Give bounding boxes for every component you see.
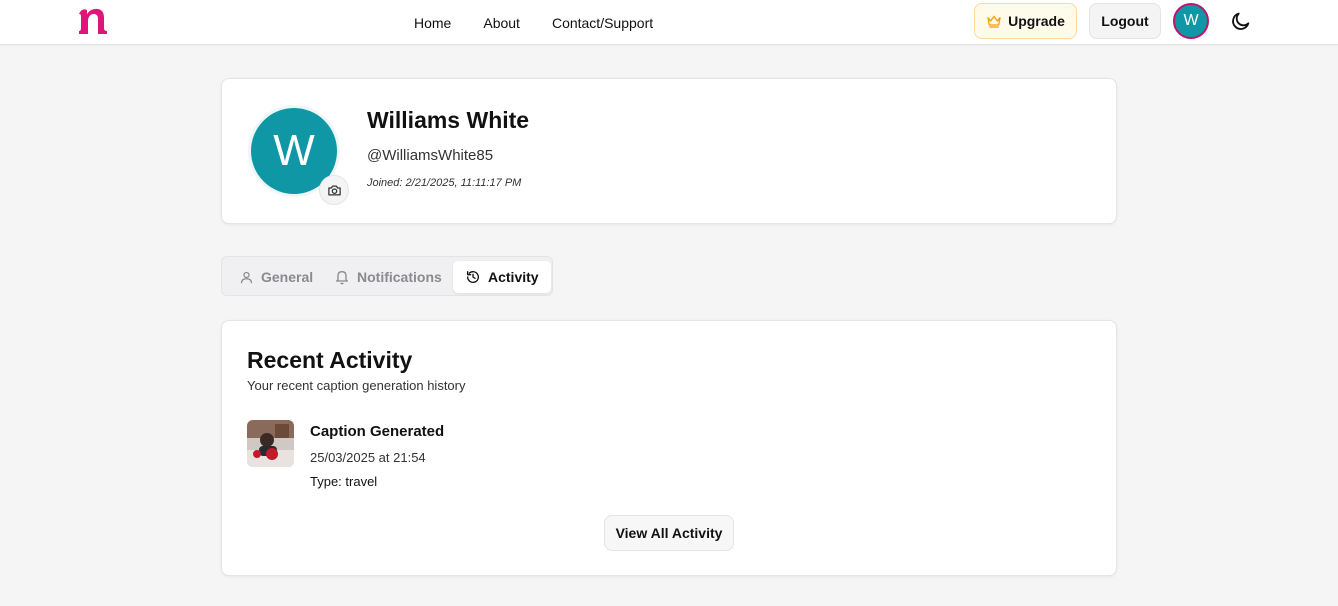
tab-activity[interactable]: Activity: [453, 261, 551, 293]
logout-button[interactable]: Logout: [1089, 3, 1161, 39]
crown-icon: [987, 15, 1001, 28]
activity-thumbnail[interactable]: [247, 420, 294, 467]
view-all-activity-button[interactable]: View All Activity: [604, 515, 734, 551]
tab-general[interactable]: General: [239, 261, 313, 293]
upgrade-label: Upgrade: [1008, 13, 1065, 29]
logo-icon[interactable]: [76, 2, 112, 38]
upgrade-button[interactable]: Upgrade: [974, 3, 1077, 39]
history-icon: [467, 271, 479, 283]
nav-home-link[interactable]: Home: [414, 15, 451, 31]
top-header: Home About Contact/Support Upgrade Logou…: [0, 0, 1338, 45]
tab-general-label: General: [261, 269, 314, 285]
profile-avatar-initial: W: [273, 126, 315, 175]
activity-item-type: Type: travel: [310, 474, 378, 489]
activity-card: Recent Activity Your recent caption gene…: [221, 320, 1117, 576]
main-nav: Home About Contact/Support: [414, 0, 685, 45]
logout-label: Logout: [1101, 13, 1149, 29]
activity-subtitle: Your recent caption generation history: [247, 378, 466, 393]
tab-activity-label: Activity: [488, 269, 539, 285]
activity-item-date: 25/03/2025 at 21:54: [310, 450, 426, 465]
profile-joined-date: Joined: 2/21/2025, 11:11:17 PM: [367, 177, 522, 189]
nav-contact-link[interactable]: Contact/Support: [552, 15, 653, 31]
moon-icon[interactable]: [1230, 10, 1252, 32]
change-photo-button[interactable]: [319, 175, 349, 205]
bell-icon: [336, 271, 348, 285]
profile-card: W Williams White @WilliamsWhite85 Joined…: [221, 78, 1117, 224]
profile-name: Williams White: [367, 107, 530, 133]
header-avatar-initial: W: [1183, 12, 1199, 29]
header-avatar[interactable]: W: [1173, 3, 1209, 39]
nav-about-link[interactable]: About: [483, 15, 520, 31]
camera-icon: [327, 185, 341, 195]
user-icon: [240, 271, 253, 283]
activity-item-title: Caption Generated: [310, 423, 445, 440]
profile-username: @WilliamsWhite85: [367, 147, 494, 164]
tab-notifications[interactable]: Notifications: [334, 261, 442, 293]
profile-tabs: General Notifications Activity: [221, 256, 553, 296]
activity-title: Recent Activity: [247, 347, 413, 373]
view-all-label: View All Activity: [615, 525, 723, 541]
tab-notifications-label: Notifications: [357, 269, 442, 285]
